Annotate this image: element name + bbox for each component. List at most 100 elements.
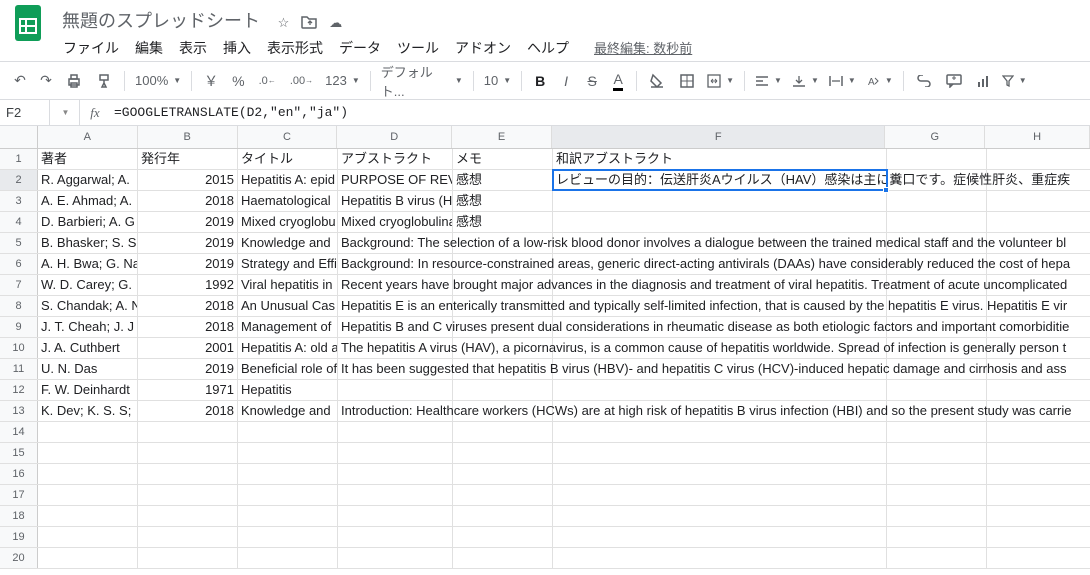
cell[interactable]: Introduction: Healthcare workers (HCWs) … [338,401,453,421]
cell[interactable] [338,485,453,505]
cell[interactable] [38,422,138,442]
menu-edit[interactable]: 編集 [128,34,170,62]
cell[interactable]: タイトル [238,149,338,169]
cell[interactable]: 2015 [138,170,238,190]
col-header[interactable]: G [885,126,985,148]
currency-button[interactable]: ￥ [198,68,224,94]
merge-button[interactable]: ▼ [703,68,738,94]
cell[interactable]: 2019 [138,233,238,253]
cell[interactable] [38,464,138,484]
cell[interactable]: 発行年 [138,149,238,169]
row-header[interactable]: 13 [0,401,38,421]
cell[interactable]: 感想 [453,212,553,232]
col-header[interactable]: B [138,126,238,148]
bold-button[interactable]: B [528,68,552,94]
cell[interactable]: R. Aggarwal; A. [38,170,138,190]
cell[interactable]: 1992 [138,275,238,295]
selection-handle[interactable] [883,187,889,193]
row-header[interactable]: 11 [0,359,38,379]
cell[interactable] [553,548,887,568]
cell[interactable] [553,506,887,526]
cell[interactable] [338,464,453,484]
chart-icon[interactable] [970,68,996,94]
cell[interactable] [887,527,987,547]
cell[interactable] [453,548,553,568]
comment-icon[interactable] [940,68,968,94]
cell[interactable]: PURPOSE OF REV [338,170,453,190]
cell[interactable]: It has been suggested that hepatitis B v… [338,359,453,379]
cell[interactable]: 1971 [138,380,238,400]
menu-file[interactable]: ファイル [56,34,126,62]
inc-decimal-button[interactable]: .00→ [284,68,319,94]
cell[interactable] [38,443,138,463]
zoom-select[interactable]: 100%▼ [131,68,185,94]
cell[interactable] [553,464,887,484]
cell[interactable] [553,527,887,547]
print-icon[interactable] [60,68,88,94]
row-header[interactable]: 5 [0,233,38,253]
cell[interactable] [987,527,1090,547]
cell[interactable] [238,422,338,442]
cell[interactable] [553,191,887,211]
cell[interactable]: Recent years have brought major advances… [338,275,453,295]
cell[interactable]: F. W. Deinhardt [38,380,138,400]
cell[interactable] [138,548,238,568]
cell[interactable]: Mixed cryoglobulina [338,212,453,232]
row-header[interactable]: 8 [0,296,38,316]
cell[interactable] [453,464,553,484]
text-color-button[interactable]: A [606,68,630,94]
wrap-button[interactable]: ▼ [825,68,860,94]
row-header[interactable]: 4 [0,212,38,232]
undo-icon[interactable]: ↶ [8,68,32,94]
col-header[interactable]: C [238,126,338,148]
cloud-icon[interactable]: ☁ [329,15,342,32]
cell[interactable]: J. T. Cheah; J. J [38,317,138,337]
row-header[interactable]: 2 [0,170,38,190]
cell[interactable] [987,191,1090,211]
menu-addons[interactable]: アドオン [448,34,518,62]
row-header[interactable]: 18 [0,506,38,526]
cell[interactable] [238,548,338,568]
cell[interactable] [887,149,987,169]
cell[interactable] [987,149,1090,169]
cell-selected[interactable]: レビューの目的：伝送肝炎Aウイルス（HAV）感染は主に糞口です。症候性肝炎、重症… [553,170,887,190]
dec-decimal-button[interactable]: .0← [253,68,282,94]
rotate-button[interactable]: A▼ [862,68,897,94]
formula-input[interactable]: =GOOGLETRANSLATE(D2,"en","ja") [110,105,1090,120]
cell[interactable] [138,464,238,484]
row-header[interactable]: 7 [0,275,38,295]
cell[interactable] [553,443,887,463]
cell[interactable]: 和訳アブストラクト [553,149,887,169]
col-header[interactable]: H [985,126,1090,148]
cell[interactable] [138,443,238,463]
cell[interactable]: A. H. Bwa; G. Na [38,254,138,274]
halign-button[interactable]: ▼ [751,68,786,94]
row-header[interactable]: 1 [0,149,38,169]
cell[interactable]: 2018 [138,317,238,337]
cell[interactable]: 2019 [138,359,238,379]
cell[interactable]: Knowledge and [238,401,338,421]
cell[interactable] [887,443,987,463]
menu-format[interactable]: 表示形式 [260,34,330,62]
move-icon[interactable] [301,15,317,32]
sheets-logo[interactable] [8,3,48,43]
cell[interactable] [987,443,1090,463]
cell[interactable] [238,443,338,463]
cell[interactable]: D. Barbieri; A. G [38,212,138,232]
borders-button[interactable] [673,68,701,94]
cell[interactable] [553,485,887,505]
paint-format-icon[interactable] [90,68,118,94]
menu-insert[interactable]: 挿入 [216,34,258,62]
cell[interactable] [987,380,1090,400]
cell[interactable]: A. E. Ahmad; A. [38,191,138,211]
cell[interactable]: Background: The selection of a low-risk … [338,233,453,253]
cell[interactable] [38,548,138,568]
redo-icon[interactable]: ↷ [34,68,58,94]
cell[interactable]: Hepatitis E is an enterically transmitte… [338,296,453,316]
italic-button[interactable]: I [554,68,578,94]
cell[interactable] [138,485,238,505]
cell[interactable]: U. N. Das [38,359,138,379]
cell[interactable] [338,506,453,526]
cell[interactable]: J. A. Cuthbert [38,338,138,358]
cell[interactable]: Hepatitis B virus (H [338,191,453,211]
